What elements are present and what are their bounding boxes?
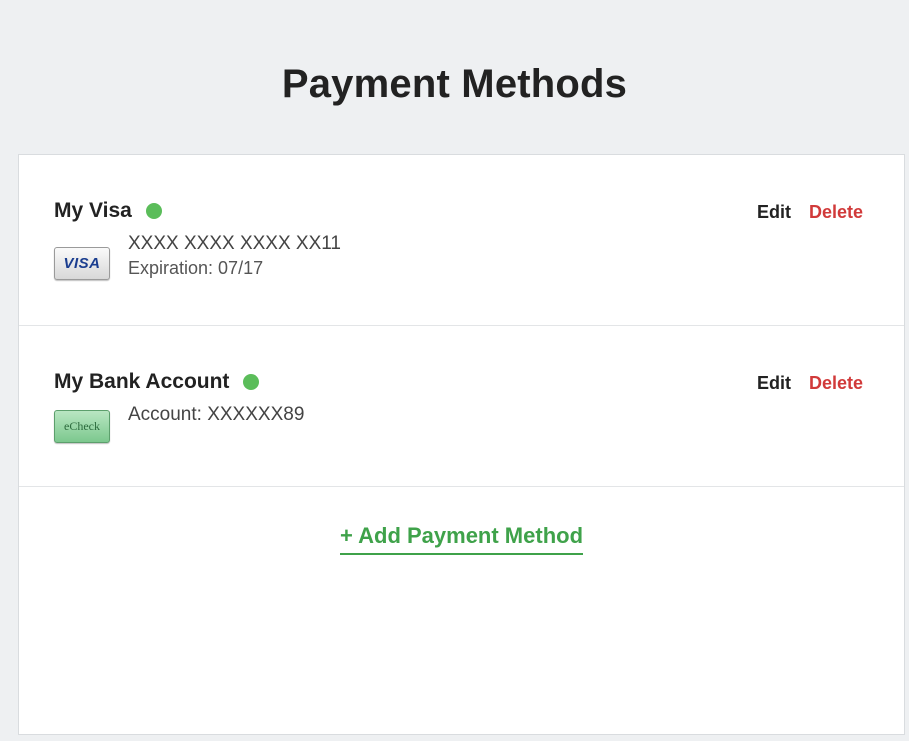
visa-logo-text: VISA	[63, 255, 101, 272]
page-header: Payment Methods	[0, 0, 909, 155]
bank-account-number: Account: XXXXXX89	[128, 404, 305, 425]
delete-button[interactable]: Delete	[809, 373, 863, 394]
method-actions: Edit Delete	[757, 202, 863, 223]
edit-button[interactable]: Edit	[757, 373, 791, 394]
echeck-logo-text: eCheck	[64, 419, 100, 433]
payment-methods-card: My Visa VISA XXXX XXXX XXXX XX11 Expirat…	[18, 154, 905, 735]
method-name: My Visa	[54, 199, 132, 222]
method-name-wrap: My Visa	[54, 199, 162, 223]
page-title: Payment Methods	[281, 62, 628, 106]
payment-method-row: My Bank Account eCheck Account: XXXXXX89…	[19, 326, 904, 487]
visa-card-icon: VISA	[54, 247, 110, 280]
method-name-wrap: My Bank Account	[54, 370, 260, 394]
active-status-dot-icon	[145, 203, 162, 219]
method-name: My Bank Account	[54, 370, 230, 393]
card-expiration: Expiration: 07/17	[128, 258, 264, 278]
card-number: XXXX XXXX XXXX XX11	[128, 233, 341, 254]
payment-method-row: My Visa VISA XXXX XXXX XXXX XX11 Expirat…	[19, 155, 904, 326]
add-method-wrap: + Add Payment Method	[19, 523, 904, 555]
add-payment-method-link[interactable]: + Add Payment Method	[339, 523, 584, 555]
echeck-icon: eCheck	[54, 410, 110, 443]
delete-button[interactable]: Delete	[809, 202, 863, 223]
active-status-dot-icon	[243, 374, 260, 390]
edit-button[interactable]: Edit	[757, 202, 791, 223]
method-actions: Edit Delete	[757, 373, 863, 394]
